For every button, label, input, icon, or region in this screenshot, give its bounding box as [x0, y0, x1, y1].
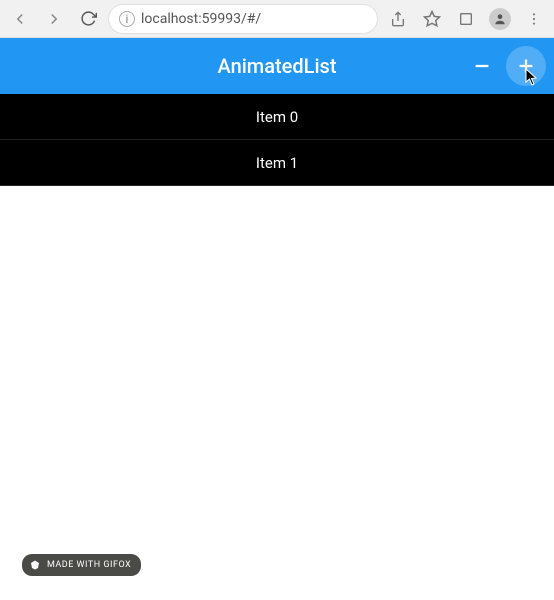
address-bar[interactable]: i localhost:59993/#/ [108, 4, 378, 34]
add-item-button[interactable] [506, 46, 546, 86]
reload-button[interactable] [74, 5, 102, 33]
list-item[interactable]: Item 1 [0, 140, 554, 186]
share-icon[interactable] [384, 5, 412, 33]
kebab-menu-icon[interactable] [520, 5, 548, 33]
bookmark-star-icon[interactable] [418, 5, 446, 33]
animated-list: Item 0Item 1 [0, 94, 554, 186]
forward-button[interactable] [40, 5, 68, 33]
gifox-watermark: MADE WITH GIFOX [22, 554, 141, 576]
browser-toolbar: i localhost:59993/#/ [0, 0, 554, 38]
back-button[interactable] [6, 5, 34, 33]
app-bar-actions [462, 38, 546, 94]
profile-button[interactable] [486, 5, 514, 33]
watermark-text: MADE WITH GIFOX [47, 560, 131, 570]
extensions-icon[interactable] [452, 5, 480, 33]
remove-item-button[interactable] [462, 46, 502, 86]
list-item[interactable]: Item 0 [0, 94, 554, 140]
app-bar: AnimatedList [0, 38, 554, 94]
site-info-icon[interactable]: i [119, 11, 135, 27]
gifox-logo-icon [28, 558, 42, 572]
url-text: localhost:59993/#/ [141, 11, 367, 27]
